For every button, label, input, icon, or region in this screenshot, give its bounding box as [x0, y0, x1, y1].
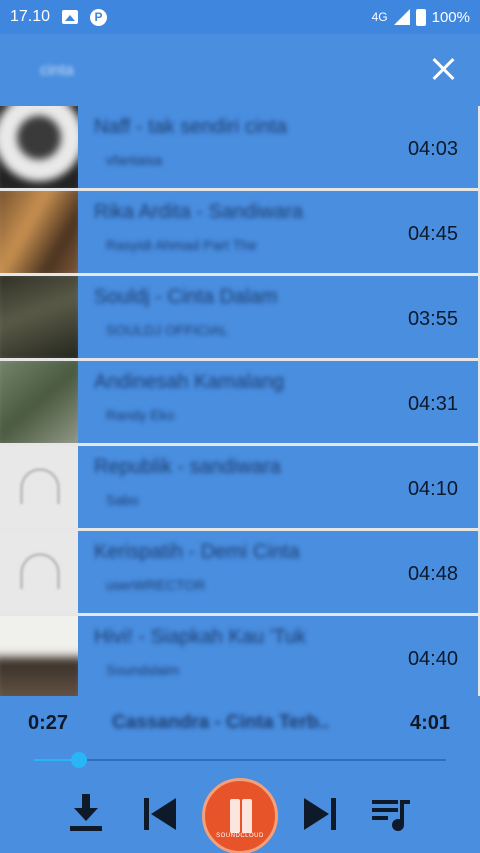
player-controls: SOUNDCLOUD: [0, 776, 480, 853]
status-right: 4G 100%: [371, 8, 470, 26]
track-artist: SOULDJ OFFICIAL: [106, 322, 229, 338]
track-artist: userWRECTOR: [106, 577, 206, 593]
track-duration: 04:31: [407, 393, 458, 415]
track-title: Naff - tak sendiri cinta: [94, 116, 288, 138]
track-artist: Soundslaim: [106, 662, 180, 678]
pause-icon: [242, 799, 252, 833]
battery-icon: [415, 8, 426, 26]
queue-music-icon[interactable]: [372, 796, 412, 832]
track-thumbnail: [0, 616, 78, 696]
track-duration: 04:45: [407, 223, 458, 245]
track-row[interactable]: Kerispatih - Demi Cinta userWRECTOR 04:4…: [0, 531, 480, 613]
skip-previous-icon[interactable]: [142, 796, 178, 832]
headphones-icon: [20, 468, 60, 504]
track-row[interactable]: Hivi! - Siapkah Kau 'Tuk Soundslaim 04:4…: [0, 616, 480, 696]
track-title: Kerispatih - Demi Cinta: [94, 541, 300, 563]
now-playing-title: Cassandra - Cinta Terb..: [112, 712, 330, 733]
status-left: 17.10 P: [10, 8, 108, 26]
play-pause-button[interactable]: SOUNDCLOUD: [202, 778, 278, 853]
track-title: Rika Ardita - Sandiwara: [94, 201, 303, 223]
network-type: 4G: [371, 10, 388, 24]
status-bar: 17.10 P 4G 100%: [0, 0, 480, 34]
track-thumbnail: [0, 191, 78, 273]
track-title: Souldj - Cinta Dalam: [94, 286, 278, 308]
track-duration: 04:10: [407, 478, 458, 500]
track-duration: 04:40: [407, 648, 458, 670]
player-bar: 0:27 Cassandra - Cinta Terb.. 4:01 SOUND…: [0, 696, 480, 853]
track-thumbnail: [0, 106, 78, 188]
current-time: 0:27: [28, 712, 69, 734]
headphones-icon: [20, 553, 60, 589]
track-row[interactable]: Rika Ardita - Sandiwara Rasyidi Ahmad Pa…: [0, 191, 480, 273]
track-thumbnail: [0, 276, 78, 358]
track-row[interactable]: Naff - tak sendiri cinta vfantaisa 04:03: [0, 106, 480, 188]
parking-icon: P: [90, 8, 108, 26]
track-list[interactable]: Naff - tak sendiri cinta vfantaisa 04:03…: [0, 106, 480, 696]
seek-bar[interactable]: [34, 752, 446, 768]
seek-thumb[interactable]: [71, 752, 88, 768]
download-icon[interactable]: [68, 794, 104, 832]
search-header: cinta: [0, 34, 480, 106]
search-query[interactable]: cinta: [40, 62, 74, 80]
track-thumbnail: [0, 361, 78, 443]
track-row[interactable]: Souldj - Cinta Dalam SOULDJ OFFICIAL 03:…: [0, 276, 480, 358]
close-icon[interactable]: [430, 56, 456, 82]
status-time: 17.10: [10, 8, 51, 25]
gallery-icon: [62, 10, 79, 24]
track-thumbnail: [0, 531, 78, 613]
soundcloud-label: SOUNDCLOUD: [216, 833, 264, 839]
track-duration: 03:55: [407, 308, 458, 330]
track-thumbnail: [0, 446, 78, 528]
pause-icon: [230, 799, 240, 833]
track-row[interactable]: Republik - sandiwara Sabo 04:10: [0, 446, 480, 528]
track-row[interactable]: Andinesah Kamalang Randy Eko 04:31: [0, 361, 480, 443]
track-duration: 04:48: [407, 563, 458, 585]
track-title: Hivi! - Siapkah Kau 'Tuk: [94, 626, 307, 648]
track-artist: Sabo: [106, 492, 139, 508]
track-artist: Rasyidi Ahmad Part The: [106, 237, 257, 253]
track-duration: 04:03: [407, 138, 458, 160]
track-artist: Randy Eko: [106, 407, 175, 423]
total-time: 4:01: [409, 712, 450, 734]
skip-next-icon[interactable]: [302, 796, 338, 832]
signal-icon: [393, 9, 410, 25]
battery-level: 100%: [431, 8, 470, 26]
track-artist: vfantaisa: [106, 152, 163, 168]
track-title: Republik - sandiwara: [94, 456, 281, 478]
track-title: Andinesah Kamalang: [94, 371, 285, 393]
